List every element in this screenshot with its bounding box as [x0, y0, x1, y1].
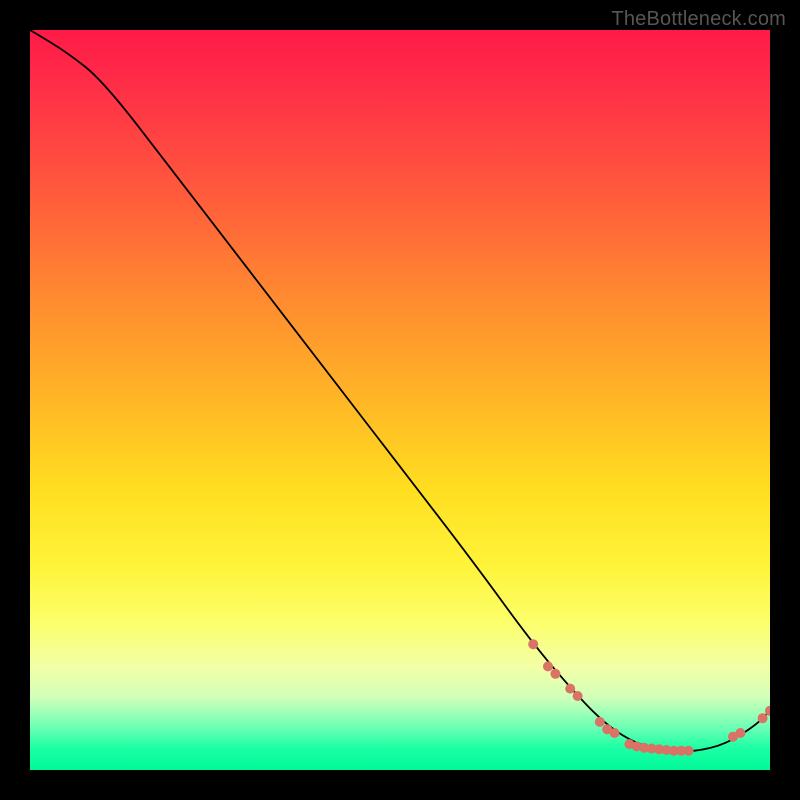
plot-area [30, 30, 770, 770]
watermark-text: TheBottleneck.com [611, 8, 786, 31]
scatter-dots [528, 639, 770, 756]
scatter-dot [595, 717, 605, 727]
bottleneck-curve [30, 30, 770, 752]
scatter-dot [610, 728, 620, 738]
chart-svg [30, 30, 770, 770]
scatter-dot [528, 639, 538, 649]
scatter-dot [758, 713, 768, 723]
scatter-dot [573, 691, 583, 701]
scatter-dot [735, 728, 745, 738]
scatter-dot [684, 746, 694, 756]
chart-canvas: TheBottleneck.com [0, 0, 800, 800]
scatter-dot [550, 669, 560, 679]
scatter-dot [543, 661, 553, 671]
scatter-dot [565, 684, 575, 694]
